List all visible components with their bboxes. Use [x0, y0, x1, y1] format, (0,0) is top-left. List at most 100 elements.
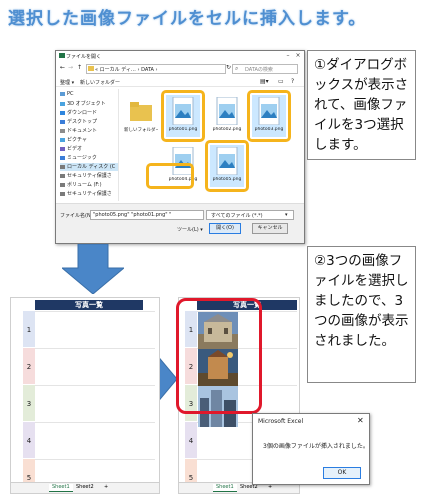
address-path: « ローカル ディ… › DATA ›	[95, 67, 158, 73]
chevron-down-icon: ▾	[285, 212, 288, 218]
pc-icon	[60, 91, 65, 96]
sidebar-item[interactable]: セキュリティ保護さ	[60, 172, 118, 180]
download-icon	[60, 110, 65, 115]
ok-button[interactable]: OK	[323, 467, 361, 479]
worksheet-before: 写真一覧 1 2 3 4 5 Sheet1 Sheet2 +	[10, 297, 160, 494]
up-arrow-icon[interactable]: ↑	[77, 64, 82, 71]
row-gridline	[35, 459, 155, 460]
view-options-icon[interactable]: ▤▾	[260, 78, 269, 85]
open-button[interactable]: 開く(O)	[209, 223, 241, 234]
sidebar-item[interactable]: デスクトップ	[60, 118, 118, 126]
dialog-titlebar: ファイルを開く – ×	[56, 51, 304, 61]
minimize-icon[interactable]: –	[284, 52, 292, 59]
desktop-icon	[60, 119, 65, 124]
down-arrow-icon	[62, 244, 124, 294]
row-number: 1	[26, 326, 32, 334]
page-heading: 選択した画像ファイルをセルに挿入します。	[8, 9, 367, 29]
row-gridline	[35, 348, 155, 349]
sidebar-item-label: セキュリティ保護さ	[67, 173, 112, 179]
file-item[interactable]: photo02.png	[210, 95, 244, 137]
dialog-footer: ファイル名(N): "photo05.png" "photo01.png" " …	[56, 203, 304, 243]
add-sheet-button[interactable]: +	[265, 484, 275, 491]
open-button-highlight	[146, 163, 194, 189]
row-number: 5	[26, 474, 32, 482]
sidebar-item-label: ピクチャ	[67, 137, 87, 143]
sidebar-item[interactable]: セキュリティ保護さ	[60, 190, 118, 198]
new-folder-button[interactable]: 新しいフォルダー	[80, 79, 120, 86]
network-drive-icon	[60, 173, 65, 178]
sidebar-item-label: ボリューム (F:)	[67, 182, 102, 188]
search-placeholder: DATAの検索	[245, 67, 273, 73]
message-box: Microsoft Excel ✕ 3個の画像ファイルが挿入されました。 OK	[252, 413, 370, 485]
row-gridline	[35, 385, 155, 386]
sidebar-item-label: ビデオ	[67, 146, 83, 152]
document-icon	[60, 128, 65, 133]
sidebar-item-label: デスクトップ	[67, 119, 98, 125]
sidebar-item-label: PC	[67, 91, 74, 97]
organize-button[interactable]: 整理 ▾	[60, 79, 74, 86]
sheet-tab[interactable]: Sheet1	[49, 484, 73, 492]
sidebar-item[interactable]: ドキュメント	[60, 127, 118, 135]
filename-value: "photo05.png" "photo01.png" "	[93, 212, 172, 218]
close-icon[interactable]: ✕	[357, 416, 364, 425]
sidebar-item[interactable]: ローカル ディスク (C	[60, 163, 118, 171]
sheet-header: 写真一覧	[35, 300, 143, 310]
sidebar-item[interactable]: ミュージック	[60, 154, 118, 162]
sheet-tab[interactable]: Sheet2	[73, 484, 97, 491]
note-step2: ②3つの画像ファイルを選択しましたので、3つの画像が表示されました。	[307, 246, 416, 383]
row-number: 3	[26, 400, 32, 408]
cancel-button[interactable]: キャンセル	[252, 223, 288, 234]
file-selection-ring	[205, 140, 249, 192]
sidebar-item[interactable]: PC	[60, 91, 118, 99]
sheet-tab[interactable]: Sheet1	[213, 484, 237, 492]
tools-menu[interactable]: ツール(L) ▾	[177, 226, 203, 233]
search-input[interactable]: ⌕ DATAの検索	[232, 64, 298, 74]
row-number: 4	[26, 437, 32, 445]
sidebar-item-label: ダウンロード	[67, 110, 98, 116]
video-icon	[60, 146, 65, 151]
file-selection-ring	[161, 90, 205, 142]
file-name: photo02.png	[212, 127, 242, 132]
file-selection-ring	[247, 90, 291, 142]
add-sheet-button[interactable]: +	[101, 484, 111, 491]
excel-icon	[59, 53, 65, 58]
music-icon	[60, 155, 65, 160]
address-bar[interactable]: « ローカル ディ… › DATA ›	[86, 64, 226, 74]
file-item[interactable]: 新しいフォルダー	[124, 95, 158, 137]
row-number: 4	[188, 437, 194, 445]
close-icon[interactable]: ×	[294, 52, 302, 59]
back-arrow-icon[interactable]: ←	[60, 64, 65, 71]
sidebar-item-label: ミュージック	[67, 155, 97, 161]
row-gridline	[35, 422, 155, 423]
sheet-tab[interactable]: Sheet2	[237, 484, 261, 491]
message-title: Microsoft Excel	[258, 418, 304, 425]
sidebar-item-label: 3D オブジェクト	[67, 101, 106, 107]
inserted-images-highlight	[176, 298, 262, 414]
file-open-dialog: ファイルを開く – × ← → ↑ « ローカル ディ… › DATA › ↻ …	[55, 50, 305, 244]
sidebar-item[interactable]: ピクチャ	[60, 136, 118, 144]
note-step1: ①ダイアログボックスが表示されて、画像ファイルを3つ選択します。	[307, 50, 416, 160]
drive-icon	[60, 182, 65, 187]
folder-icon	[88, 66, 94, 71]
forward-arrow-icon[interactable]: →	[68, 64, 73, 71]
filetype-value: すべてのファイル (*.*)	[211, 213, 263, 219]
help-icon[interactable]: ?	[291, 78, 294, 85]
filetype-select[interactable]: すべてのファイル (*.*) ▾	[206, 210, 294, 220]
sidebar-item[interactable]: ビデオ	[60, 145, 118, 153]
sidebar-item-label: ローカル ディスク (C	[67, 164, 116, 170]
sidebar-item[interactable]: 3D オブジェクト	[60, 100, 118, 108]
network-drive-icon	[60, 191, 65, 196]
sidebar-item[interactable]: ボリューム (F:)	[60, 181, 118, 189]
sidebar-item-label: セキュリティ保護さ	[67, 191, 112, 197]
preview-pane-icon[interactable]: ▭	[278, 78, 284, 85]
row-number: 5	[188, 474, 194, 482]
filename-input[interactable]: "photo05.png" "photo01.png" "	[90, 210, 204, 220]
file-name: 新しいフォルダー	[124, 128, 158, 133]
sheet-tabs: Sheet1 Sheet2 +	[11, 482, 159, 493]
cube-icon	[60, 101, 65, 106]
refresh-icon[interactable]: ↻	[226, 64, 231, 71]
picture-icon	[60, 137, 65, 142]
message-body: 3個の画像ファイルが挿入されました。	[263, 443, 369, 450]
sidebar-item[interactable]: ダウンロード	[60, 109, 118, 117]
search-icon: ⌕	[235, 65, 239, 72]
